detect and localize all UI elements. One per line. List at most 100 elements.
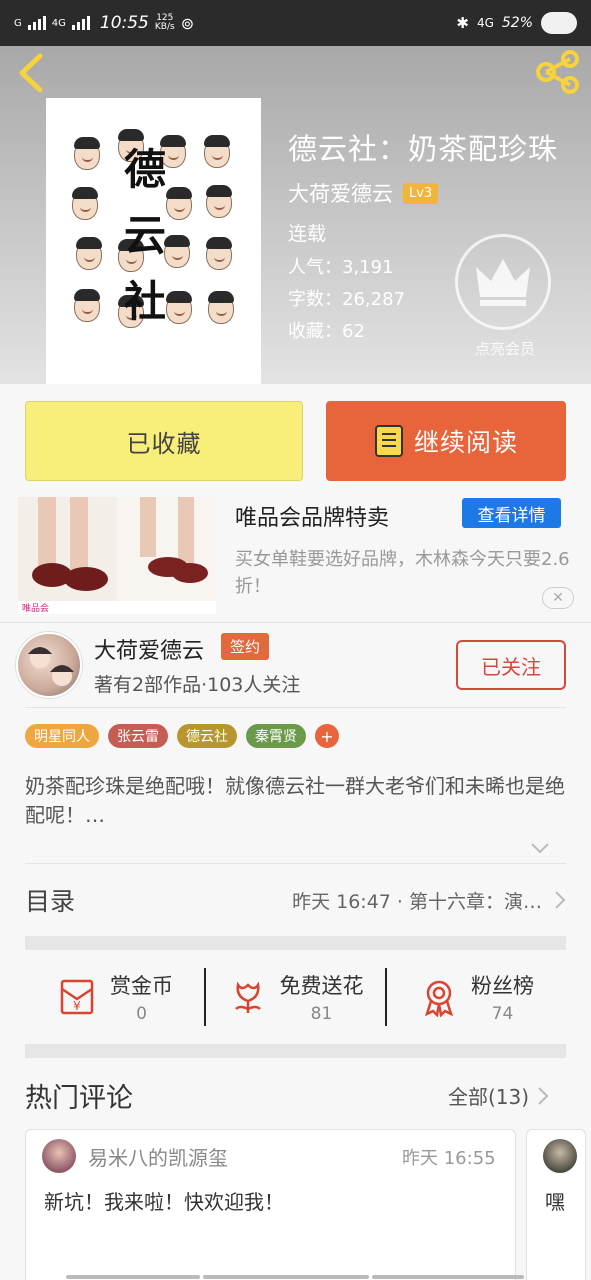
all-comments-link[interactable]: 全部(13) bbox=[448, 1081, 549, 1110]
book-icon bbox=[374, 425, 403, 457]
author-name[interactable]: 大荷爱德云 bbox=[288, 178, 393, 208]
cloud-icon bbox=[541, 12, 577, 34]
tag-item[interactable]: 张云雷 bbox=[108, 724, 168, 748]
cover-face bbox=[74, 137, 100, 170]
tag-item[interactable]: 秦霄贤 bbox=[246, 724, 306, 748]
cover-title-char-3: 社 bbox=[124, 277, 167, 326]
catalog-label: 目录 bbox=[25, 887, 76, 916]
medal-icon bbox=[424, 980, 454, 1017]
continue-reading-button[interactable]: 继续阅读 bbox=[326, 401, 566, 481]
ad-logo-text: 唯品会 bbox=[22, 604, 50, 614]
clock: 10:55 bbox=[99, 13, 149, 33]
ad-close-button[interactable]: ✕ bbox=[542, 587, 574, 609]
signal-icon bbox=[27, 16, 46, 30]
shoe-image-icon bbox=[18, 497, 216, 614]
chevron-right-icon bbox=[555, 891, 566, 909]
book-header: 德 云 社 德云社：奶茶配珍珠 大荷爱德云 Lv3 连载 人气：3,191 字数… bbox=[0, 46, 591, 384]
coin-envelope-icon: ¥ bbox=[60, 979, 94, 1015]
commenter-name[interactable]: 易米八的凯源玺 bbox=[88, 1142, 228, 1171]
word-count: 字数：26,287 bbox=[288, 289, 405, 310]
author-stats: 著有2部作品·103人关注 bbox=[94, 674, 301, 696]
level-badge: Lv3 bbox=[403, 182, 439, 204]
battery-level: 52% bbox=[501, 15, 533, 31]
collected-label: 已收藏 bbox=[126, 429, 202, 458]
signed-badge: 签约 bbox=[221, 633, 270, 660]
cover-face bbox=[166, 187, 192, 220]
cover-face bbox=[206, 237, 232, 270]
latest-chapter: 昨天 16:47 · 第十六章：演… bbox=[292, 890, 542, 913]
divider bbox=[25, 707, 566, 708]
comment-card[interactable]: 嘿 bbox=[526, 1129, 586, 1280]
comment-text: 嘿 bbox=[545, 1190, 565, 1214]
cover-face bbox=[206, 185, 232, 218]
catalog-row[interactable]: 目录 昨天 16:47 · 第十六章：演… bbox=[25, 864, 566, 936]
carousel-indicator bbox=[66, 1275, 200, 1279]
add-tag-button[interactable]: + bbox=[315, 724, 339, 748]
expand-synopsis-button[interactable] bbox=[530, 840, 550, 854]
member-label: 点亮会员 bbox=[474, 340, 535, 358]
cover-face bbox=[74, 289, 100, 322]
reward-label: 粉丝榜 bbox=[471, 974, 534, 998]
cover-title-char-2: 云 bbox=[124, 211, 167, 260]
serial-status: 连载 bbox=[288, 223, 327, 245]
book-title: 德云社：奶茶配珍珠 bbox=[288, 132, 559, 166]
ad-image[interactable]: 唯品会 bbox=[18, 497, 216, 614]
crown-icon bbox=[476, 259, 530, 306]
comment-card[interactable]: 易米八的凯源玺 昨天 16:55 新坑！我来啦！快欢迎我！ bbox=[25, 1129, 516, 1280]
comment-text: 新坑！我来啦！快欢迎我！ bbox=[44, 1190, 284, 1214]
collected-button[interactable]: 已收藏 bbox=[25, 401, 303, 481]
member-crown-icon[interactable] bbox=[455, 234, 551, 330]
author-row[interactable]: 大荷爱德云 Lv3 bbox=[288, 178, 439, 208]
cover-title-char-1: 德 bbox=[124, 145, 167, 194]
share-button[interactable] bbox=[534, 50, 582, 94]
rewards-bar: ¥ 赏金币 0 免费送花 81 粉丝榜 74 bbox=[25, 952, 566, 1042]
book-cover[interactable]: 德 云 社 bbox=[46, 98, 261, 384]
back-button[interactable] bbox=[14, 52, 50, 93]
favorites-count: 收藏：62 bbox=[288, 321, 365, 342]
bluetooth-icon: ✱ bbox=[456, 14, 469, 32]
reward-count: 81 bbox=[310, 1004, 333, 1024]
cover-face bbox=[204, 135, 230, 168]
status-bar: G 4G 10:55 125 KB/s ⊚ ✱ 4G 52% bbox=[0, 0, 591, 46]
continue-reading-label: 继续阅读 bbox=[413, 428, 518, 457]
ad-description[interactable]: 买女单鞋要选好品牌，木林森今天只要2.6折！ bbox=[235, 546, 570, 600]
commenter-avatar[interactable] bbox=[42, 1139, 76, 1173]
book-meta: 连载 人气：3,191 字数：26,287 收藏：62 bbox=[288, 218, 405, 348]
commenter-avatar[interactable] bbox=[543, 1139, 577, 1173]
carousel-indicator bbox=[372, 1275, 524, 1279]
app-notification-icon: ⊚ bbox=[180, 13, 195, 33]
reward-label: 免费送花 bbox=[279, 974, 364, 998]
ad-title[interactable]: 唯品会品牌特卖 bbox=[235, 500, 389, 532]
hot-comments-title: 热门评论 bbox=[25, 1083, 133, 1114]
tag-list: 明星同人 张云雷 德云社 秦霄贤 + bbox=[25, 724, 339, 748]
section-separator bbox=[25, 1044, 566, 1058]
author-avatar[interactable] bbox=[16, 632, 82, 698]
author-avatar-image bbox=[28, 647, 74, 686]
author-block-name[interactable]: 大荷爱德云 bbox=[94, 633, 204, 665]
network-label: G bbox=[14, 17, 22, 29]
share-icon bbox=[536, 50, 579, 94]
network-label-4g: 4G bbox=[51, 17, 66, 29]
ad-view-details-button[interactable]: 查看详情 bbox=[462, 498, 561, 528]
carousel-indicator bbox=[203, 1275, 369, 1279]
tag-item[interactable]: 德云社 bbox=[177, 724, 237, 748]
comment-time: 昨天 16:55 bbox=[402, 1148, 496, 1169]
flower-icon bbox=[234, 981, 261, 1013]
fan-ranking-button[interactable]: 粉丝榜 74 bbox=[387, 970, 566, 1024]
cover-face bbox=[208, 291, 234, 324]
back-arrow-icon bbox=[19, 53, 43, 93]
cover-face bbox=[164, 235, 190, 268]
net-speed: 125 KB/s bbox=[154, 13, 175, 32]
send-flowers-button[interactable]: 免费送花 81 bbox=[206, 970, 385, 1024]
follow-button[interactable]: 已关注 bbox=[456, 640, 566, 690]
reward-coins-button[interactable]: ¥ 赏金币 0 bbox=[25, 970, 204, 1024]
cover-face bbox=[76, 237, 102, 270]
all-comments-label: 全部(13) bbox=[448, 1085, 530, 1109]
signal-icon-2 bbox=[71, 16, 90, 30]
tag-item[interactable]: 明星同人 bbox=[25, 724, 99, 748]
popularity: 人气：3,191 bbox=[288, 257, 394, 278]
chevron-down-icon bbox=[531, 843, 549, 854]
divider bbox=[0, 622, 591, 623]
reward-label: 赏金币 bbox=[110, 974, 173, 998]
synopsis[interactable]: 奶茶配珍珠是绝配哦！就像德云社一群大老爷们和未晞也是绝配呢！… bbox=[25, 772, 570, 830]
